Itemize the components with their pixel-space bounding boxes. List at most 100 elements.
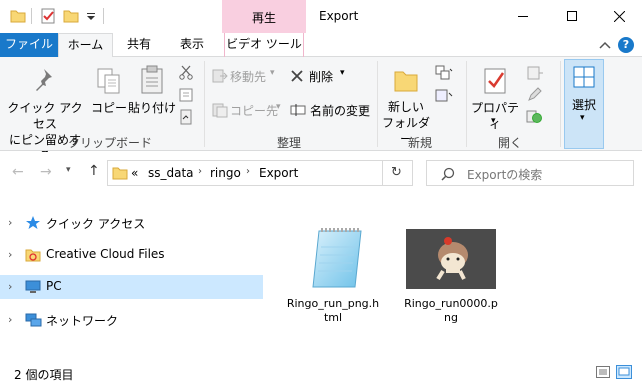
- organize-group-label: 整理: [276, 136, 301, 150]
- cut-icon[interactable]: [178, 64, 194, 80]
- folder-icon: [10, 10, 26, 23]
- recent-locations-icon[interactable]: ▾: [66, 165, 71, 175]
- customize-qat-icon[interactable]: [85, 9, 97, 23]
- copy-button[interactable]: コピー: [88, 61, 130, 131]
- copy-path-icon[interactable]: [178, 87, 194, 103]
- collapse-ribbon-icon[interactable]: [599, 40, 611, 50]
- select-label: 選択: [571, 98, 596, 112]
- new-folder-button[interactable]: 新しい フォルダー: [380, 61, 432, 146]
- window-title: Export: [319, 9, 359, 23]
- move-to-label: 移動先: [230, 70, 267, 84]
- new-item-icon[interactable]: [435, 65, 453, 81]
- breadcrumb-ss-data[interactable]: ss_data: [148, 166, 194, 180]
- refresh-icon: ↻: [391, 165, 402, 180]
- file-name-line1: Ringo_run_png.h: [286, 297, 380, 310]
- tab-home[interactable]: ホーム: [58, 33, 113, 58]
- file-item[interactable]: Ringo_run0000.p ng: [401, 223, 501, 333]
- maximize-icon: [567, 11, 577, 21]
- move-to-button[interactable]: 移動先 ▾: [212, 67, 284, 85]
- nav-item-pc[interactable]: › PC: [0, 275, 263, 299]
- search-placeholder: Exportの検索: [467, 168, 543, 182]
- file-item[interactable]: Ringo_run_png.h tml: [283, 223, 383, 333]
- creative-cloud-folder-icon: [25, 249, 41, 262]
- search-box[interactable]: Exportの検索: [426, 160, 634, 186]
- back-arrow-icon[interactable]: ←: [12, 164, 24, 180]
- nav-label: Creative Cloud Files: [46, 247, 165, 261]
- details-view-icon[interactable]: [596, 366, 610, 378]
- title-bar: 再生 Export: [0, 0, 642, 33]
- pin-quick-access-button[interactable]: クイック アクセス にピン留めする: [4, 61, 86, 163]
- ribbon-home: クイック アクセス にピン留めする コピー 貼り付け クリップボード: [0, 57, 642, 163]
- divider: [31, 8, 32, 24]
- close-button[interactable]: [596, 0, 642, 33]
- address-overflow[interactable]: «: [131, 166, 138, 180]
- tab-share[interactable]: 共有: [120, 33, 158, 57]
- tab-view[interactable]: 表示: [171, 33, 213, 57]
- up-arrow-icon[interactable]: ↑: [88, 163, 100, 179]
- nav-item-creative-cloud[interactable]: › Creative Cloud Files: [0, 243, 263, 267]
- expand-chevron-icon[interactable]: ›: [8, 248, 12, 261]
- rename-button[interactable]: 名前の変更: [290, 101, 374, 119]
- nav-item-network[interactable]: › ネットワーク: [0, 308, 263, 332]
- paste-label: 貼り付け: [128, 101, 177, 115]
- item-count: 2 個の項目: [14, 368, 74, 382]
- properties-button[interactable]: プロパティ ▾: [470, 61, 520, 131]
- properties-dropdown-icon: ▾: [491, 116, 496, 126]
- context-tab-header: 再生: [222, 0, 306, 33]
- expand-chevron-icon[interactable]: ›: [8, 280, 12, 293]
- minimize-icon: [518, 16, 528, 17]
- breadcrumb-chevron-icon[interactable]: ›: [246, 166, 250, 177]
- copy-label: コピー: [90, 101, 127, 115]
- edit-icon[interactable]: [526, 87, 542, 103]
- help-icon[interactable]: ?: [618, 37, 634, 53]
- maximize-button[interactable]: [548, 0, 594, 33]
- nav-label: ネットワーク: [46, 314, 119, 328]
- move-to-dropdown-icon: ▾: [270, 68, 275, 78]
- pc-icon: [25, 280, 41, 293]
- group-separator: [204, 61, 205, 147]
- easy-access-icon[interactable]: [435, 87, 453, 103]
- new-folder-icon[interactable]: [63, 8, 79, 24]
- properties-check-icon[interactable]: [40, 8, 56, 24]
- nav-item-quick-access[interactable]: › クイック アクセス: [0, 211, 263, 235]
- address-bar[interactable]: « ss_data › ringo › Export: [107, 160, 383, 186]
- file-name-line1: Ringo_run0000.p: [404, 297, 498, 310]
- history-icon[interactable]: [526, 108, 542, 124]
- address-row: ← → ▾ ↑ « ss_data › ringo › Export ↻ Exp…: [0, 152, 642, 194]
- file-name-line2: ng: [444, 311, 458, 324]
- breadcrumb-export[interactable]: Export: [259, 166, 298, 180]
- paste-icon: [141, 65, 163, 94]
- open-group-label: 開く: [497, 136, 522, 150]
- delete-label: 削除: [309, 70, 334, 84]
- breadcrumb-ringo[interactable]: ringo: [210, 166, 241, 180]
- copy-to-button[interactable]: コピー先 ▾: [212, 101, 284, 119]
- expand-chevron-icon[interactable]: ›: [8, 313, 12, 326]
- move-to-icon: [212, 69, 228, 83]
- refresh-button[interactable]: ↻: [383, 160, 413, 186]
- paste-shortcut-icon[interactable]: [178, 109, 194, 125]
- pin-icon: [36, 69, 52, 91]
- clipboard-group-label: クリップボード: [67, 136, 152, 150]
- navigation-pane: › クイック アクセス › Creative Cloud Files › PC …: [0, 195, 263, 356]
- delete-button[interactable]: 削除 ▾: [290, 67, 354, 85]
- copy-icon: [97, 68, 120, 94]
- ribbon-tab-bar: ファイル ホーム 共有 表示 ビデオ ツール ?: [0, 33, 642, 58]
- copy-to-label: コピー先: [230, 104, 279, 118]
- expand-chevron-icon[interactable]: ›: [8, 216, 12, 229]
- context-tab-title: 再生: [251, 11, 276, 25]
- search-icon: [441, 167, 455, 181]
- large-icons-view-icon[interactable]: [616, 365, 632, 379]
- open-icon[interactable]: [526, 65, 544, 81]
- network-icon: [25, 313, 42, 327]
- paste-button[interactable]: 貼り付け: [128, 61, 177, 131]
- rename-icon: [290, 104, 306, 116]
- breadcrumb-chevron-icon[interactable]: ›: [198, 166, 202, 177]
- divider: [103, 8, 104, 24]
- close-icon: [614, 11, 625, 22]
- tab-file[interactable]: ファイル: [0, 33, 58, 57]
- tab-video-tools[interactable]: ビデオ ツール: [224, 33, 304, 57]
- forward-arrow-icon[interactable]: →: [40, 164, 52, 180]
- select-grid-icon: [573, 66, 595, 88]
- select-button[interactable]: 選択 ▾: [564, 59, 604, 149]
- minimize-button[interactable]: [500, 0, 546, 33]
